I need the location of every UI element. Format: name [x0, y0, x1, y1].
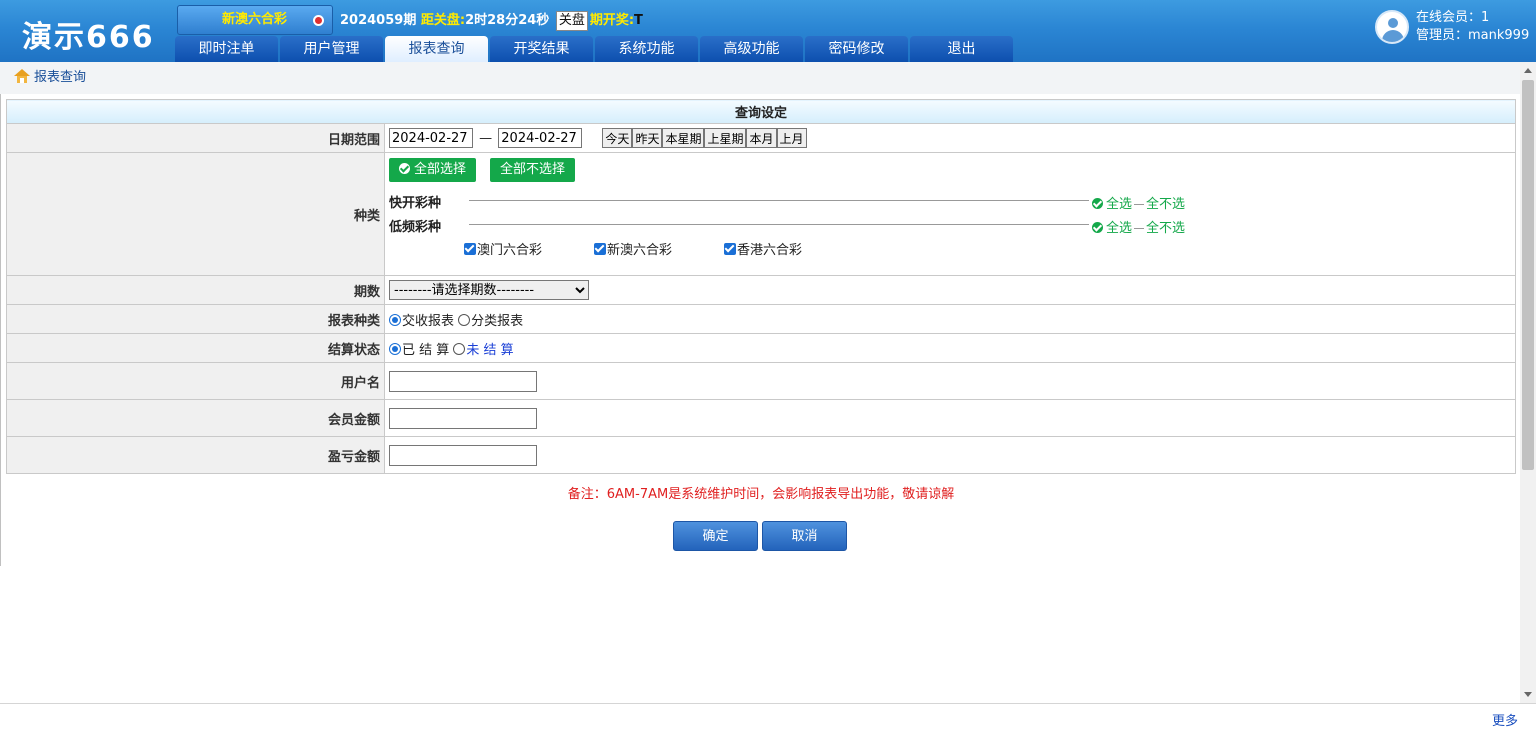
group-select-all-link[interactable]: 全选: [1092, 197, 1132, 212]
draw-label: 期开奖:: [589, 13, 635, 28]
member-amount-input[interactable]: [389, 407, 537, 429]
period-select[interactable]: --------请选择期数--------: [389, 280, 589, 300]
radio-selected-icon: [389, 342, 401, 355]
draw-value: T: [634, 13, 643, 28]
yesterday-button[interactable]: 昨天: [632, 128, 663, 148]
nav-item-change-password[interactable]: 密码修改: [805, 36, 908, 62]
top-header: 演示666 新澳六合彩 2024059期 距关盘:2时28分24秒 关盘 期开奖:…: [0, 0, 1536, 62]
close-countdown: 2时28分24秒: [465, 13, 550, 28]
online-members: 在线会员：1: [1416, 10, 1490, 25]
check-circle-icon: [399, 163, 410, 174]
check-circle-icon: [1092, 222, 1103, 233]
more-link[interactable]: 更多: [1492, 710, 1518, 729]
username-label: 用户名: [6, 362, 385, 400]
radio-unselected-icon: [458, 313, 471, 326]
lottery-selector[interactable]: 新澳六合彩: [177, 5, 333, 35]
check-circle-icon: [1092, 198, 1103, 209]
this-month-button[interactable]: 本月: [746, 128, 777, 148]
group-select-none-link[interactable]: 全不选: [1146, 221, 1185, 236]
settled-radio[interactable]: 已 结 算: [389, 342, 449, 358]
date-separator: —: [479, 130, 493, 146]
period-label: 期数: [6, 275, 385, 305]
checkbox-checked-icon: [594, 243, 606, 255]
category-label: 种类: [6, 152, 385, 276]
lottery-checkbox-row: 澳门六合彩 新澳六合彩 香港六合彩: [389, 236, 1189, 258]
checkbox-checked-icon: [464, 243, 476, 255]
nav-item-report-query[interactable]: 报表查询: [385, 36, 488, 62]
select-all-button[interactable]: 全部选择: [389, 158, 477, 182]
issue-number: 2024059期: [340, 13, 417, 28]
closed-badge: 关盘: [555, 11, 588, 31]
group-select-none-link[interactable]: 全不选: [1146, 197, 1185, 212]
lottery-checkbox-hongkong[interactable]: 香港六合彩: [724, 239, 802, 258]
date-range-label: 日期范围: [6, 123, 385, 153]
scroll-thumb[interactable]: [1522, 80, 1534, 470]
breadcrumb-label: 报表查询: [34, 70, 87, 85]
end-date-input[interactable]: [498, 128, 583, 148]
report-type-label: 报表种类: [6, 304, 385, 334]
member-amount-label: 会员金额: [6, 399, 385, 437]
last-month-button[interactable]: 上月: [776, 128, 807, 148]
this-week-button[interactable]: 本星期: [662, 128, 705, 148]
category-group-name: 低频彩种: [389, 220, 442, 235]
scroll-up-icon[interactable]: [1524, 68, 1532, 73]
checkbox-checked-icon: [724, 243, 736, 255]
today-button[interactable]: 今天: [602, 128, 633, 148]
select-none-button[interactable]: 全部不选择: [490, 158, 576, 182]
report-type-category-radio[interactable]: 分类报表: [458, 313, 523, 329]
nav-item-advanced-functions[interactable]: 高级功能: [700, 36, 803, 62]
lottery-checkbox-macau[interactable]: 澳门六合彩: [464, 239, 542, 258]
close-label: 距关盘:: [420, 13, 466, 28]
nav-item-live-bets[interactable]: 即时注单: [175, 36, 278, 62]
category-group-fast: 快开彩种 全选 全不选: [389, 188, 1189, 212]
footer-bar: 更多: [0, 703, 1536, 737]
select-all-label: 全部选择: [414, 162, 467, 177]
status-dot-icon: [313, 15, 324, 26]
main-content: 查询设定 日期范围 — 今天昨天本星期上星期本月上月 种类 全部选择全部不选择 …: [0, 94, 1520, 566]
nav-item-draw-results[interactable]: 开奖结果: [490, 36, 593, 62]
breadcrumb: 报表查询: [0, 62, 1520, 94]
radio-unselected-icon: [453, 342, 466, 355]
main-nav: 即时注单 用户管理 报表查询 开奖结果 系统功能 高级功能 密码修改 退出: [175, 36, 1015, 62]
form-actions: 确定 取消: [673, 521, 851, 551]
scroll-down-icon[interactable]: [1524, 692, 1532, 697]
category-group-low: 低频彩种 全选 全不选: [389, 212, 1189, 236]
category-group-name: 快开彩种: [389, 196, 442, 211]
profit-amount-label: 盈亏金额: [6, 436, 385, 474]
radio-selected-icon: [389, 313, 401, 326]
home-icon: [14, 69, 30, 83]
group-select-all-link[interactable]: 全选: [1092, 221, 1132, 236]
lottery-checkbox-new-macau[interactable]: 新澳六合彩: [594, 239, 672, 258]
settle-status-label: 结算状态: [6, 333, 385, 363]
avatar-icon: [1375, 10, 1409, 44]
lottery-selector-label: 新澳六合彩: [222, 12, 288, 27]
nav-item-user-management[interactable]: 用户管理: [280, 36, 383, 62]
query-settings-form: 查询设定 日期范围 — 今天昨天本星期上星期本月上月 种类 全部选择全部不选择 …: [6, 99, 1516, 474]
nav-item-logout[interactable]: 退出: [910, 36, 1013, 62]
form-title: 查询设定: [6, 99, 1516, 124]
admin-name: 管理员：mank999: [1416, 28, 1530, 43]
report-type-settlement-radio[interactable]: 交收报表: [389, 313, 454, 329]
profit-amount-input[interactable]: [389, 444, 537, 466]
app-logo: 演示666: [22, 20, 155, 55]
last-week-button[interactable]: 上星期: [704, 128, 747, 148]
user-info: 在线会员：1 管理员：mank999: [1375, 8, 1535, 48]
maintenance-note: 备注：6AM-7AM是系统维护时间，会影响报表导出功能，敬请谅解: [567, 487, 955, 502]
username-input[interactable]: [389, 370, 537, 392]
nav-item-system-functions[interactable]: 系统功能: [595, 36, 698, 62]
start-date-input[interactable]: [389, 128, 473, 148]
unsettled-radio[interactable]: 未 结 算: [453, 342, 514, 358]
confirm-button[interactable]: 确定: [673, 521, 758, 551]
issue-info: 2024059期 距关盘:2时28分24秒 关盘 期开奖:T: [340, 10, 643, 32]
vertical-scrollbar[interactable]: [1520, 62, 1536, 703]
cancel-button[interactable]: 取消: [762, 521, 847, 551]
